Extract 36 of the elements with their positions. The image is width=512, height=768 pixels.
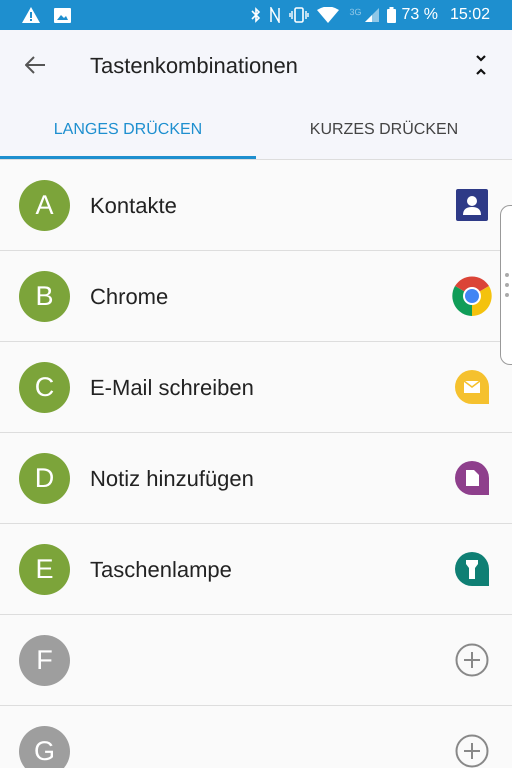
letter-avatar: G xyxy=(19,726,70,768)
shortcut-label: E-Mail schreiben xyxy=(90,374,255,402)
clock: 15:02 xyxy=(450,5,490,25)
letter-avatar: A xyxy=(19,180,70,230)
add-icon xyxy=(455,734,489,768)
network-type: 3G xyxy=(349,6,362,19)
flashlight-icon xyxy=(455,552,489,586)
letter-avatar: F xyxy=(19,634,70,686)
shortcut-label: Chrome xyxy=(90,282,170,310)
collapse-button[interactable] xyxy=(474,53,488,77)
bluetooth-icon xyxy=(251,7,262,23)
battery-icon xyxy=(387,7,396,23)
letter-avatar: D xyxy=(19,452,70,504)
warning-icon xyxy=(22,7,40,23)
nfc-icon xyxy=(269,7,282,23)
letter-avatar: E xyxy=(19,544,70,594)
shortcut-label: Taschenlampe xyxy=(90,556,233,584)
edge-panel-handle[interactable] xyxy=(500,205,512,365)
tab[interactable]: KURZES DRÜCKEN xyxy=(256,100,512,159)
contact-card-icon xyxy=(456,189,488,221)
document-icon xyxy=(455,461,489,495)
letter-avatar: C xyxy=(19,362,70,412)
battery-percentage: 73 % xyxy=(401,5,438,25)
signal-icon xyxy=(365,8,380,22)
shortcut-label: Notiz hinzufügen xyxy=(90,464,255,493)
collapse-icon xyxy=(475,54,487,76)
letter-avatar: B xyxy=(19,270,70,322)
wifi-icon xyxy=(317,7,340,23)
screen-title: Tastenkombinationen xyxy=(90,52,298,80)
image-icon xyxy=(54,8,71,22)
back-arrow-icon xyxy=(25,56,45,74)
browser-logo-icon xyxy=(452,276,492,316)
add-icon xyxy=(455,643,489,677)
envelope-icon xyxy=(455,370,489,404)
vibrate-icon xyxy=(289,7,310,23)
shortcut-label: Kontakte xyxy=(90,192,178,220)
